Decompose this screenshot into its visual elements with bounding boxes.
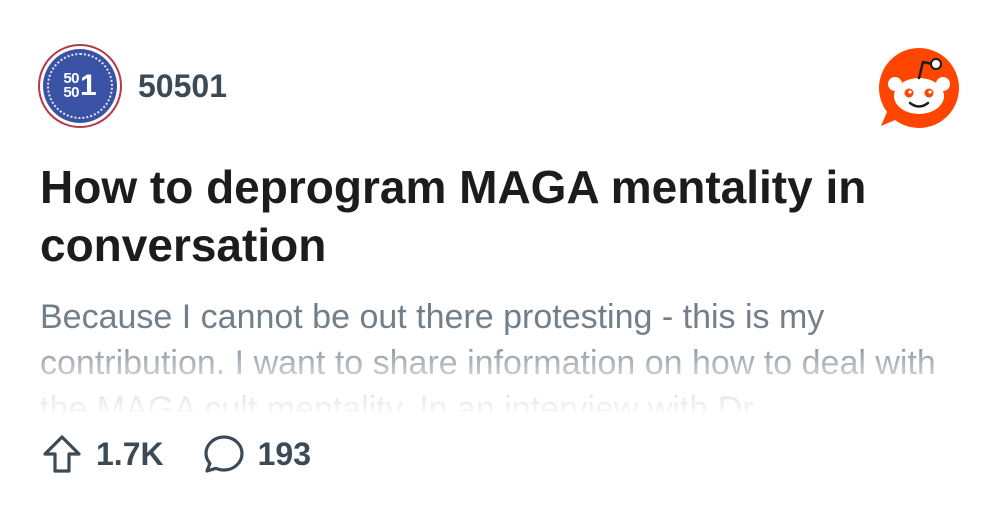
- subreddit-avatar-badge: 50 50 1: [43, 49, 117, 123]
- upvote-arrow-icon: [43, 435, 81, 473]
- upvote-count: 1.7K: [96, 435, 164, 472]
- comment-bubble-icon: [203, 435, 244, 473]
- upvote-button[interactable]: 1.7K: [40, 432, 164, 476]
- reddit-logo-icon[interactable]: [873, 42, 965, 134]
- post-stats: 1.7K 193: [40, 432, 311, 476]
- subreddit-avatar-text: 50 50 1: [63, 71, 96, 101]
- post-body-preview: Because I cannot be out there protesting…: [40, 298, 936, 412]
- comment-count: 193: [257, 435, 311, 472]
- avatar-text-bottom: 50: [63, 84, 79, 101]
- post-title[interactable]: How to deprogram MAGA mentality in conve…: [40, 158, 970, 274]
- subreddit-name[interactable]: 50501: [138, 68, 227, 105]
- subreddit-avatar[interactable]: 50 50 1: [38, 44, 122, 128]
- post-header: 50 50 1 50501: [38, 44, 227, 128]
- comments-button[interactable]: 193: [202, 432, 311, 476]
- avatar-text-big: 1: [80, 69, 97, 102]
